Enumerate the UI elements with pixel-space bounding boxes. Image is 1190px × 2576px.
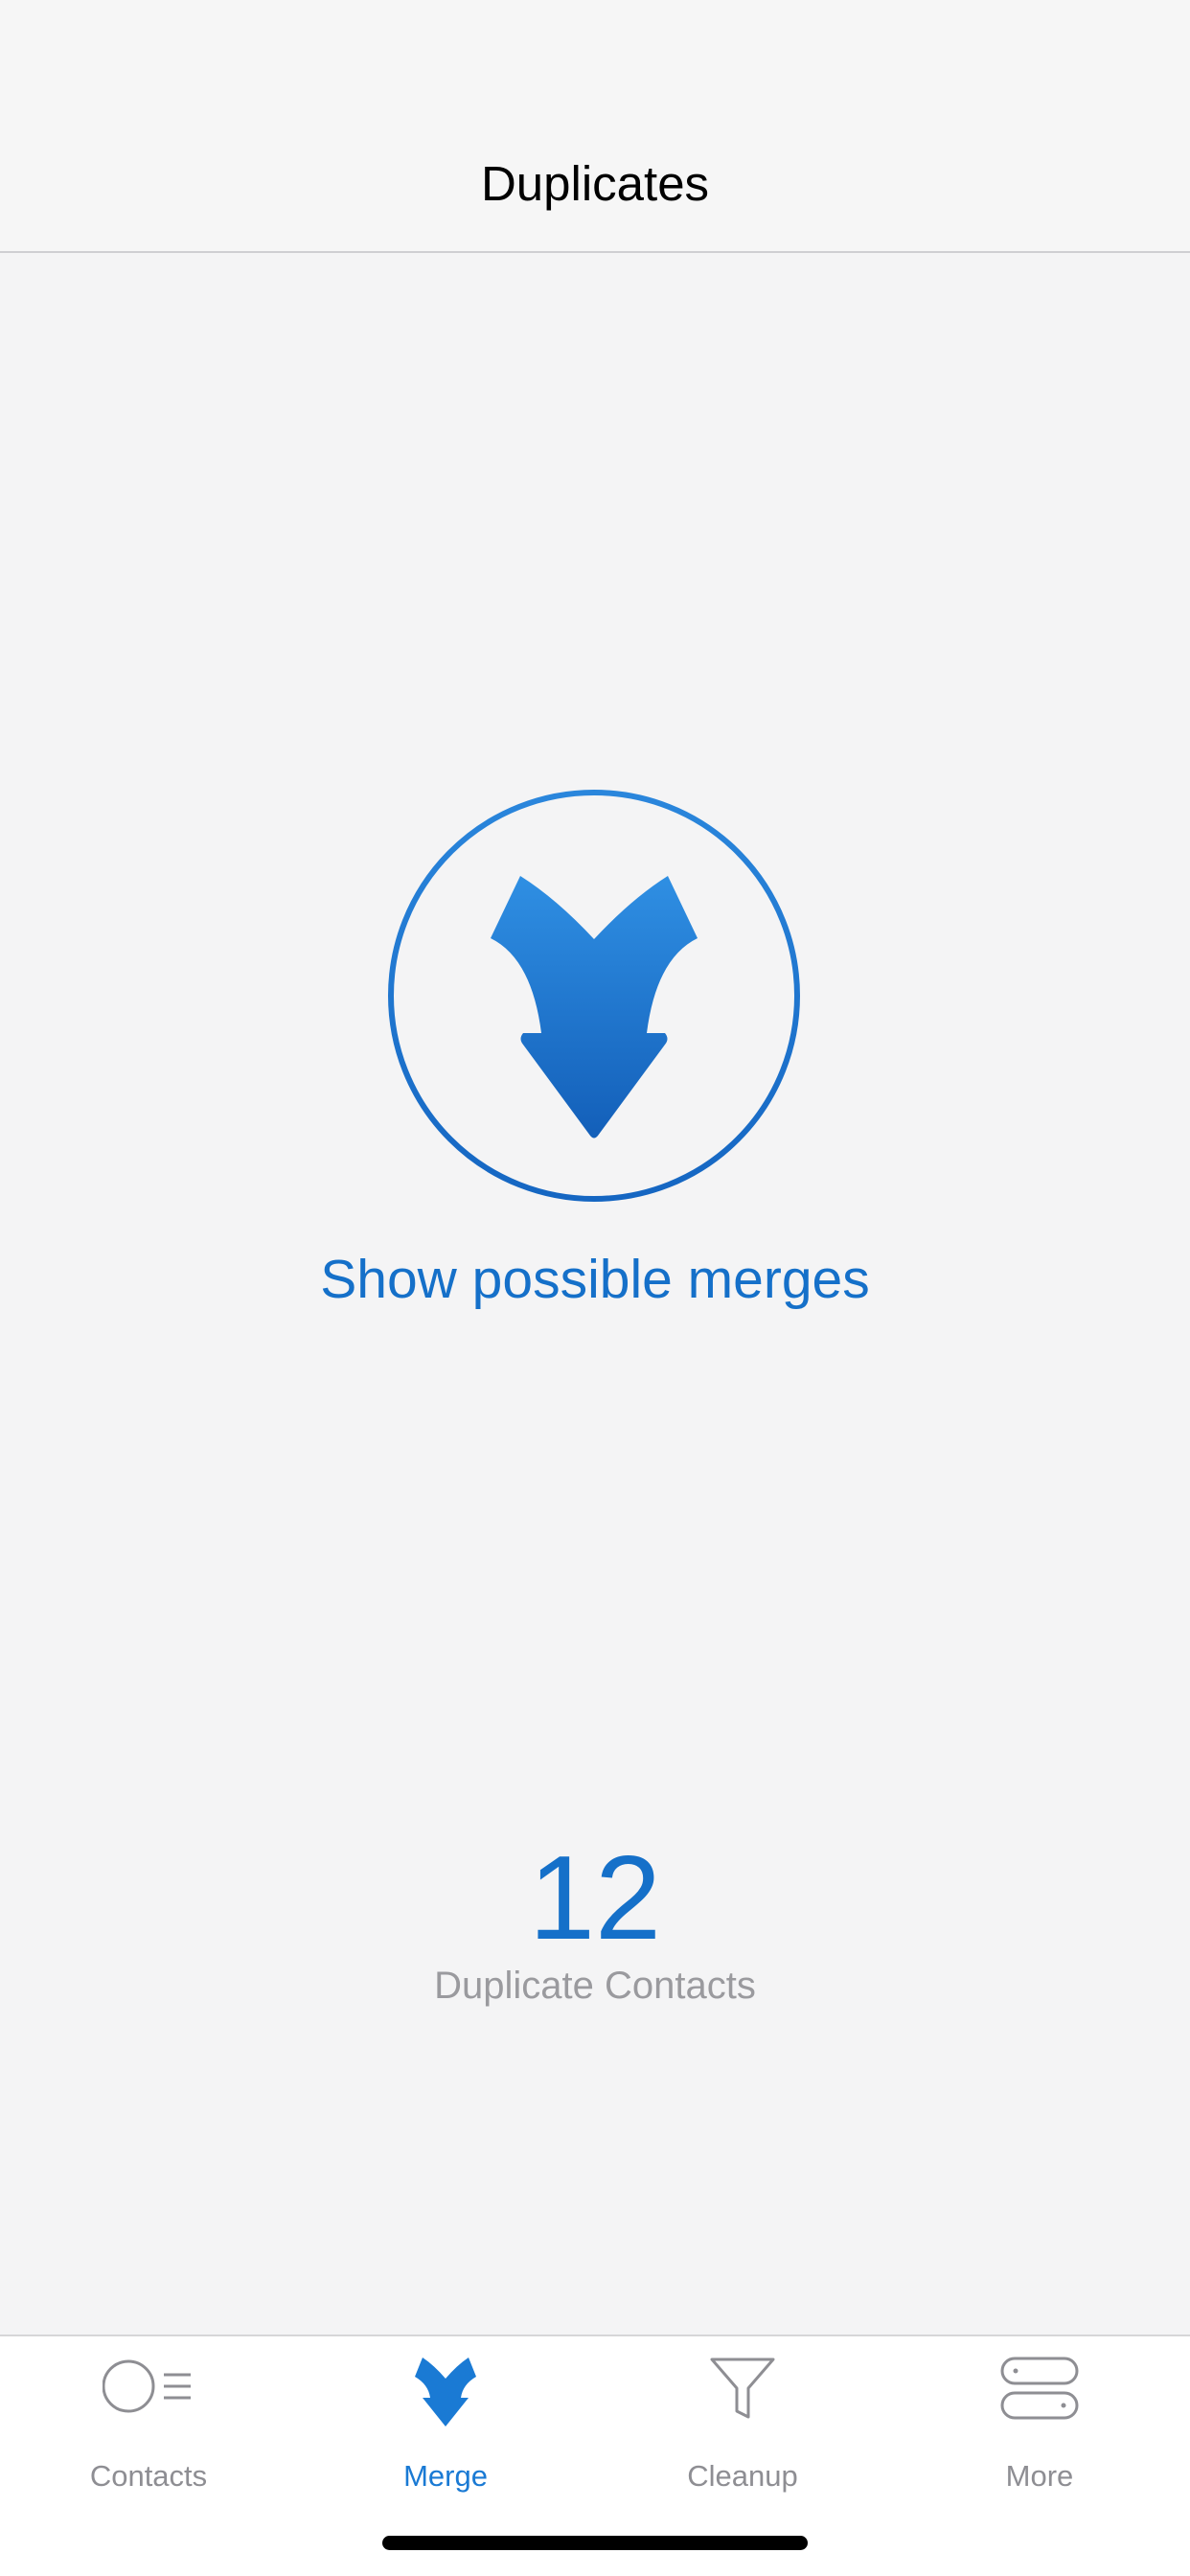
- duplicate-count-label: Duplicate Contacts: [434, 1965, 756, 2007]
- show-merges-link[interactable]: Show possible merges: [0, 1248, 1190, 1311]
- tab-label: Merge: [403, 2459, 488, 2493]
- tab-cleanup[interactable]: Cleanup: [594, 2356, 891, 2499]
- show-merges-button[interactable]: [386, 788, 802, 1204]
- tab-label: Cleanup: [687, 2459, 798, 2493]
- contacts-icon: [103, 2359, 191, 2413]
- tab-label: Contacts: [89, 2459, 208, 2493]
- page-title: Duplicates: [480, 156, 710, 211]
- tab-contacts[interactable]: Contacts: [0, 2356, 297, 2499]
- home-indicator[interactable]: [382, 2536, 808, 2550]
- tab-label: More: [1005, 2459, 1074, 2493]
- tab-merge[interactable]: Merge: [297, 2356, 594, 2499]
- more-icon: [1000, 2357, 1079, 2420]
- navigation-bar: Duplicates: [0, 0, 1190, 253]
- merge-arrows-icon: [388, 790, 800, 1202]
- merge-icon: [415, 2358, 476, 2426]
- tab-more[interactable]: More: [891, 2356, 1188, 2499]
- funnel-icon: [710, 2358, 775, 2419]
- duplicate-count: 12: [529, 1832, 661, 1965]
